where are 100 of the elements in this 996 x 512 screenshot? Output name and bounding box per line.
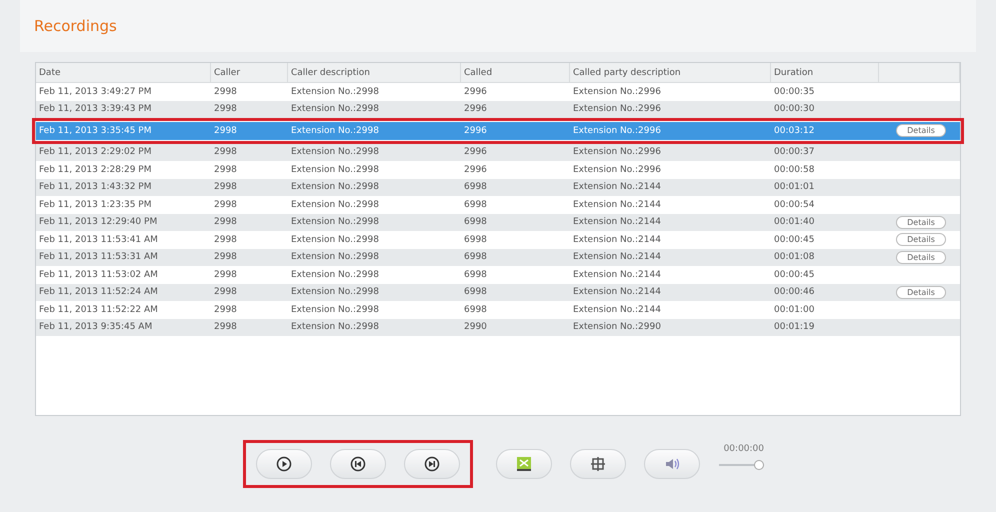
table-cell: 00:00:45 (774, 234, 814, 245)
play-button[interactable] (256, 449, 312, 479)
table-cell: 2996 (464, 86, 487, 97)
table-row[interactable]: Feb 11, 2013 11:53:41 AM 2998 Extension No.:2998 6998 Extension No.:2144 00:00:45 Details (36, 231, 960, 248)
column-header[interactable]: Called party description (570, 63, 771, 82)
table-row[interactable]: Feb 11, 2013 11:53:02 AM 2998 Extension No.:2998 6998 Extension No.:2144 00:00:45 (36, 266, 960, 284)
table-cell: 6998 (464, 287, 487, 298)
table-cell: Extension No.:2998 (291, 252, 379, 262)
table-row[interactable]: Feb 11, 2013 11:53:31 AM 2998 Extension No.:2998 6998 Extension No.:2144 00:01:08 Details (36, 248, 960, 266)
table-row[interactable]: Feb 11, 2013 2:28:29 PM 2998 Extension No.:2998 2996 Extension No.:2996 00:00:58 (36, 161, 960, 178)
table-cell: Extension No.:2144 (573, 287, 661, 298)
column-header[interactable]: Caller description (288, 63, 461, 82)
table-cell: 00:01:00 (774, 304, 814, 315)
image-button[interactable] (570, 449, 626, 479)
table-cell: Extension No.:2996 (573, 126, 661, 136)
table-cell: Feb 11, 2013 11:53:02 AM (39, 270, 158, 280)
previous-icon (350, 456, 366, 472)
table-cell: Extension No.:2144 (573, 200, 661, 210)
time-display: 00:00:00 (724, 444, 764, 454)
table-cell: 00:00:58 (774, 164, 814, 175)
table-cell: 2998 (214, 304, 237, 315)
table-cell: Extension No.:2996 (573, 147, 661, 158)
details-button[interactable]: Details (896, 286, 946, 299)
table-row[interactable]: Feb 11, 2013 9:35:45 AM 2998 Extension No.:2998 2990 Extension No.:2990 00:01:19 (36, 318, 960, 336)
table-cell: Extension No.:2144 (573, 217, 661, 228)
table-cell: Feb 11, 2013 12:29:40 PM (39, 217, 158, 228)
table-row[interactable]: Feb 11, 2013 11:52:24 AM 2998 Extension No.:2998 6998 Extension No.:2144 00:00:46 Details (36, 284, 960, 301)
column-header[interactable]: Called (461, 63, 570, 82)
table-row[interactable]: Feb 11, 2013 2:29:02 PM 2998 Extension No.:2998 2996 Extension No.:2996 00:00:37 (36, 144, 960, 161)
column-header[interactable]: Date (36, 63, 211, 82)
table-cell: Extension No.:2998 (291, 234, 379, 245)
next-button[interactable] (404, 449, 460, 479)
table-cell: 2998 (214, 164, 237, 175)
table-cell: Extension No.:2144 (573, 270, 661, 280)
table-row[interactable]: Feb 11, 2013 3:35:45 PM 2998 Extension No.:2998 2996 Extension No.:2996 00:03:12 Details (36, 122, 960, 140)
table-cell: 00:03:12 (774, 126, 814, 136)
play-icon (276, 456, 292, 472)
column-header[interactable]: Caller (211, 63, 288, 82)
table-row[interactable]: Feb 11, 2013 12:29:40 PM 2998 Extension No.:2998 6998 Extension No.:2144 00:01:40 Details (36, 214, 960, 231)
table-cell: Extension No.:2998 (291, 287, 379, 298)
table-cell: 2998 (214, 234, 237, 245)
table-cell: 2998 (214, 182, 237, 192)
table-cell: Feb 11, 2013 11:52:24 AM (39, 287, 158, 298)
table-cell: 6998 (464, 234, 487, 245)
table-cell: 6998 (464, 304, 487, 315)
table-cell: 6998 (464, 270, 487, 280)
table-cell: 00:00:45 (774, 270, 814, 280)
table-cell: Extension No.:2996 (573, 164, 661, 175)
table-cell: Extension No.:2998 (291, 200, 379, 210)
next-icon (424, 456, 440, 472)
details-button[interactable]: Details (896, 233, 946, 246)
details-button[interactable]: Details (896, 124, 946, 138)
table-cell: 2998 (214, 217, 237, 228)
table-cell: 2998 (214, 104, 237, 114)
table-cell: Extension No.:2990 (573, 322, 661, 332)
table-cell: Feb 11, 2013 2:29:02 PM (39, 147, 152, 158)
table-cell: 2996 (464, 104, 487, 114)
table-row[interactable]: Feb 11, 2013 11:52:22 AM 2998 Extension No.:2998 6998 Extension No.:2144 00:01:00 (36, 301, 960, 318)
table-cell: Feb 11, 2013 11:53:41 AM (39, 234, 158, 245)
details-button[interactable]: Details (896, 216, 946, 229)
table-cell: Extension No.:2996 (573, 86, 661, 97)
table-cell: 2998 (214, 322, 237, 332)
table-cell: Extension No.:2998 (291, 304, 379, 315)
table-cell: Extension No.:2998 (291, 217, 379, 228)
table-cell: 2996 (464, 147, 487, 158)
frame-icon (589, 455, 607, 473)
table-cell: 2990 (464, 322, 487, 332)
table-cell: 2998 (214, 252, 237, 262)
table-cell: Extension No.:2996 (573, 104, 661, 114)
table-row[interactable]: Feb 11, 2013 3:49:27 PM 2998 Extension No.:2998 2996 Extension No.:2996 00:00:35 (36, 83, 960, 100)
table-cell: Feb 11, 2013 11:52:22 AM (39, 304, 158, 315)
details-button[interactable]: Details (896, 250, 946, 264)
slider-thumb[interactable] (754, 460, 764, 470)
table-cell: Extension No.:2998 (291, 126, 379, 136)
table-cell: 00:01:01 (774, 182, 814, 192)
page-title: Recordings (34, 17, 117, 35)
table-cell: Extension No.:2998 (291, 182, 379, 192)
table-cell: 00:00:37 (774, 147, 814, 158)
table-cell: Feb 11, 2013 9:35:45 AM (39, 322, 152, 332)
table-row[interactable]: Feb 11, 2013 1:43:32 PM 2998 Extension No.:2998 6998 Extension No.:2144 00:01:01 (36, 178, 960, 196)
table-row[interactable]: Feb 11, 2013 1:23:35 PM 2998 Extension No.:2998 6998 Extension No.:2144 00:00:54 (36, 196, 960, 214)
table-cell: Feb 11, 2013 3:39:43 PM (39, 104, 152, 114)
table-cell: Extension No.:2998 (291, 164, 379, 175)
volume-button[interactable] (644, 449, 700, 479)
table-cell: 00:01:19 (774, 322, 814, 332)
table-cell: Extension No.:2998 (291, 86, 379, 97)
table-cell: 00:01:08 (774, 252, 814, 262)
table-cell: 6998 (464, 182, 487, 192)
previous-button[interactable] (330, 449, 386, 479)
table-cell: 6998 (464, 252, 487, 262)
table-row[interactable]: Feb 11, 2013 3:39:43 PM 2998 Extension No.:2998 2996 Extension No.:2996 00:00:30 (36, 100, 960, 118)
spreadsheet-icon (515, 455, 533, 473)
table-cell: 2998 (214, 287, 237, 298)
column-header[interactable]: Duration (771, 63, 879, 82)
table-cell: 2996 (464, 164, 487, 175)
table-cell: 00:01:40 (774, 217, 814, 228)
table-cell: 00:00:30 (774, 104, 814, 114)
table-cell: Extension No.:2998 (291, 104, 379, 114)
table-cell: Feb 11, 2013 3:35:45 PM (39, 126, 152, 136)
table-cell: 00:00:46 (774, 287, 814, 298)
